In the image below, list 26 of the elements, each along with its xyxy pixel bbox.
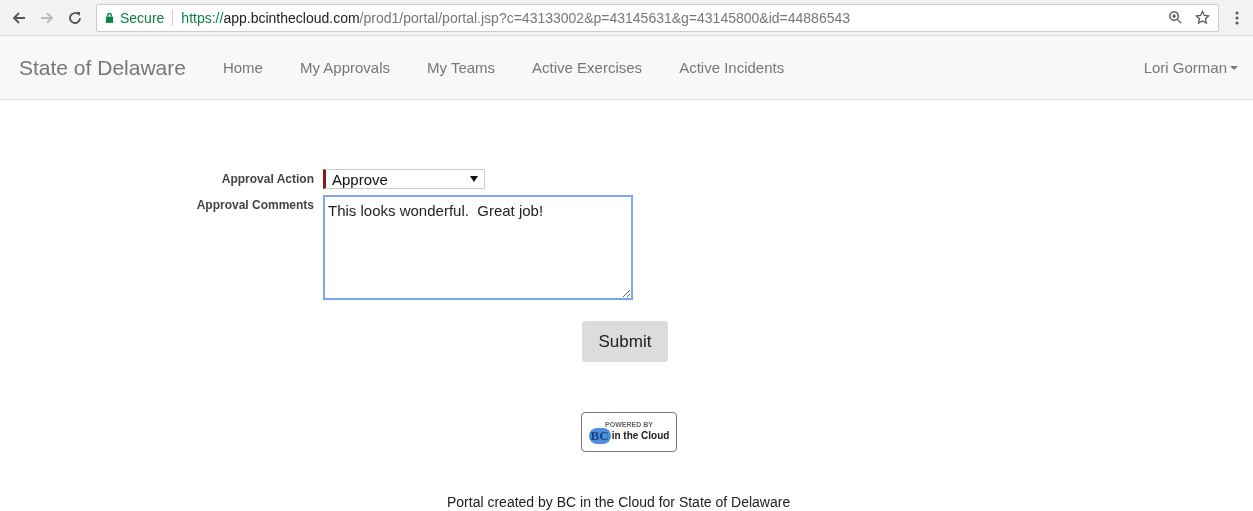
address-bar[interactable]: Secure https://app.bcinthecloud.com/prod1/portal/portal.jsp?c=43133002&p=43145631&g=43145800&id=44886543 [96, 3, 1219, 32]
caret-icon [1230, 65, 1238, 70]
menu-icon[interactable] [1235, 9, 1239, 26]
brand-link[interactable]: State of Delaware [19, 55, 186, 80]
action-dropdown[interactable]: Approve [323, 169, 485, 189]
user-menu[interactable]: Lori Gorman [1143, 59, 1238, 76]
back-icon[interactable] [11, 9, 27, 26]
dropdown-arrow-icon [470, 176, 478, 182]
nav-link[interactable]: Active Exercises [532, 59, 643, 76]
star-icon[interactable] [1195, 10, 1210, 25]
nav-link[interactable]: Home [222, 59, 263, 76]
footer-text: Portal created by BC in the Cloud for State of Delaware [447, 494, 791, 510]
submit-button[interactable]: Submit [582, 321, 668, 362]
field-label: Approval Action [220, 171, 315, 186]
comments-field[interactable]: This looks wonderful. Great job! [323, 195, 633, 300]
logo-text: in the Cloud [611, 430, 670, 441]
lock-icon [105, 12, 114, 23]
nav-link[interactable]: Active Incidents [679, 59, 785, 76]
field-label: Approval Comments [195, 197, 315, 212]
zoom-icon[interactable] [1168, 10, 1183, 25]
url-text: https://app.bcinthecloud.com/prod1/portal/portal.jsp?c=43133002&p=43145631&g=43145800&id=44886543 [181, 9, 851, 26]
nav-link[interactable]: My Approvals [299, 59, 390, 76]
reload-icon[interactable] [67, 9, 83, 26]
secure-label: Secure [120, 9, 165, 26]
logo-mark: BC [588, 427, 611, 444]
nav-link[interactable]: My Teams [427, 59, 496, 76]
